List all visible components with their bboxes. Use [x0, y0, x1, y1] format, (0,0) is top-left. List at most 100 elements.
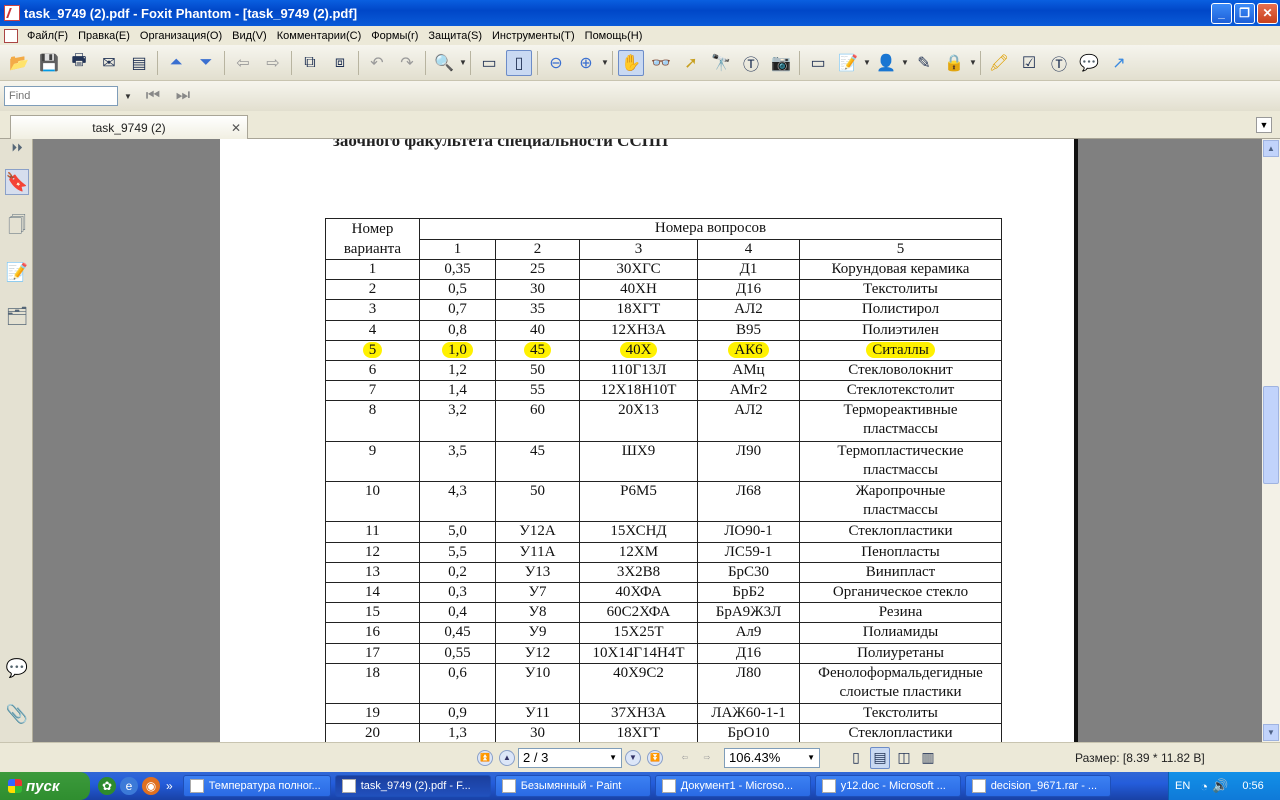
tab-document[interactable]: task_9749 (2) ✕ — [10, 115, 248, 139]
menu-view[interactable]: Вид(V) — [227, 30, 272, 42]
open-icon[interactable]: 📂 — [6, 50, 32, 76]
collapse-panel-icon[interactable]: ⏵⏵ — [5, 139, 29, 157]
stamp-icon[interactable]: 👤 — [873, 50, 899, 76]
document-menu-icon[interactable] — [4, 28, 18, 43]
taskbar-task[interactable]: Документ1 - Microso... — [654, 775, 811, 797]
language-indicator[interactable]: EN — [1175, 780, 1190, 792]
window-titlebar[interactable]: task_9749 (2).pdf - Foxit Phantom - [tas… — [0, 0, 1280, 26]
typewriter-icon[interactable]: ▭ — [805, 50, 831, 76]
text-select-icon[interactable]: Ⓣ — [738, 50, 764, 76]
table-cell: 40ХН — [579, 279, 698, 301]
menu-forms[interactable]: Формы(r) — [366, 30, 423, 42]
close-button[interactable]: ✕ — [1257, 2, 1278, 24]
last-page-icon[interactable]: ⏬ — [647, 749, 663, 766]
scroll-up-arrow-icon[interactable]: ▲ — [1263, 140, 1279, 157]
restore-button[interactable]: ❐ — [1234, 2, 1255, 24]
first-page-icon[interactable]: ⏫ — [477, 749, 493, 766]
lock-dropdown-icon[interactable]: ▼ — [969, 58, 977, 67]
highlight-icon[interactable]: 🖍 — [986, 50, 1012, 76]
hand-tool-icon[interactable]: ✋ — [618, 49, 644, 76]
bookmarks-icon[interactable]: 🔖 — [5, 169, 29, 195]
zoom-tool-dropdown-icon[interactable]: ▼ — [459, 58, 467, 67]
network-tray-icon[interactable]: ◔ — [1200, 779, 1208, 794]
sign-icon[interactable]: ✎ — [911, 50, 937, 76]
back-icon[interactable]: ⇦ — [230, 50, 256, 76]
menu-tools[interactable]: Инструменты(T) — [487, 30, 580, 42]
scroll-down-arrow-icon[interactable]: ▼ — [1263, 724, 1279, 741]
fit-width-icon[interactable]: ▯ — [506, 49, 532, 76]
email-icon[interactable]: ✉ — [96, 50, 122, 76]
stamp-dropdown-icon[interactable]: ▼ — [901, 58, 909, 67]
binoculars-icon[interactable]: 🔭 — [708, 50, 734, 76]
arrow-icon[interactable]: ↗ — [1106, 50, 1132, 76]
tab-close-icon[interactable]: ✕ — [231, 121, 241, 135]
lock-icon[interactable]: 🔒 — [941, 50, 967, 76]
menu-file[interactable]: Файл(F) — [22, 30, 73, 42]
document-viewer[interactable]: заочного факультета специальности ССПП Н… — [33, 139, 1262, 742]
quicklaunch-more-icon[interactable]: » — [166, 779, 173, 793]
print-icon[interactable]: 🖶 — [66, 50, 92, 76]
start-button[interactable]: пуск — [0, 772, 90, 800]
find-input[interactable] — [4, 86, 118, 106]
note-icon[interactable]: 💬 — [1076, 50, 1102, 76]
save-icon[interactable]: 💾 — [36, 50, 62, 76]
select-icon[interactable]: ➚ — [678, 50, 704, 76]
forward-icon[interactable]: ⇨ — [260, 50, 286, 76]
menu-comments[interactable]: Комментарии(C) — [272, 30, 367, 42]
zoom-in-tool-icon[interactable]: 🔍 — [431, 50, 457, 76]
quicklaunch-ie-icon[interactable]: e — [120, 777, 138, 795]
single-page-view-icon[interactable]: ▯ — [846, 745, 866, 771]
facing-view-icon[interactable]: ◫ — [894, 745, 914, 771]
redo-icon[interactable]: ↷ — [394, 50, 420, 76]
quicklaunch-firefox-icon[interactable]: ◉ — [142, 777, 160, 795]
previous-page-status-icon[interactable]: ▲ — [499, 749, 515, 766]
next-page-status-icon[interactable]: ▼ — [625, 749, 641, 766]
menu-organize[interactable]: Организация(O) — [135, 30, 227, 42]
form-dropdown-icon[interactable]: ▼ — [863, 58, 871, 67]
loupe-icon[interactable]: 👓 — [648, 50, 674, 76]
taskbar-task[interactable]: Температура полног... — [182, 775, 331, 797]
taskbar-task[interactable]: y12.doc - Microsoft ... — [814, 775, 961, 797]
comments-panel-icon[interactable]: 💬 — [5, 655, 29, 681]
menu-protect[interactable]: Защита(S) — [423, 30, 487, 42]
edit-form-icon[interactable]: ☑ — [1016, 50, 1042, 76]
menu-help[interactable]: Помощь(H) — [580, 30, 648, 42]
volume-tray-icon[interactable]: 🔊 — [1212, 778, 1228, 794]
pages-icon[interactable]: 🗍 — [5, 215, 29, 241]
minimize-button[interactable]: _ — [1211, 2, 1232, 24]
find-previous-icon[interactable]: ⏮ — [140, 83, 166, 109]
attachments-panel-icon[interactable]: 🗂 — [5, 303, 29, 329]
menu-edit[interactable]: Правка(E) — [73, 30, 135, 42]
zoom-out-icon[interactable]: ⊖ — [543, 50, 569, 76]
extract-pages-icon[interactable]: ⧉ — [297, 50, 323, 76]
find-dropdown-icon[interactable]: ▼ — [124, 92, 132, 101]
find-next-icon[interactable]: ⏭ — [170, 83, 196, 109]
next-page-icon[interactable]: ⏷ — [193, 50, 219, 76]
taskbar-task[interactable]: task_9749 (2).pdf - F... — [334, 775, 491, 797]
history-forward-icon[interactable]: ⇨ — [699, 750, 715, 766]
layers-icon[interactable]: 📝 — [5, 259, 29, 285]
quicklaunch-icq-icon[interactable]: ✿ — [98, 777, 116, 795]
foxit-app-icon[interactable] — [4, 5, 20, 21]
taskbar-task[interactable]: Безымянный - Paint — [494, 775, 651, 797]
previous-page-icon[interactable]: ⏶ — [163, 50, 189, 76]
zoom-dropdown-icon[interactable]: ▼ — [601, 58, 609, 67]
fit-page-icon[interactable]: ▭ — [476, 50, 502, 76]
zoom-in-icon[interactable]: ⊕ — [573, 50, 599, 76]
tab-list-dropdown-icon[interactable]: ▼ — [1256, 117, 1272, 133]
continuous-view-icon[interactable]: ▤ — [870, 746, 890, 769]
form-icon[interactable]: 📝 — [835, 50, 861, 76]
history-back-icon[interactable]: ⇦ — [677, 750, 693, 766]
snapshot-icon[interactable]: 📷 — [768, 50, 794, 76]
scroll-thumb[interactable] — [1263, 386, 1279, 484]
textbox-icon[interactable]: Ⓣ — [1046, 50, 1072, 76]
zoom-level-field[interactable]: 106.43% ▼ — [724, 747, 820, 768]
undo-icon[interactable]: ↶ — [364, 50, 390, 76]
scanner-icon[interactable]: ▤ — [126, 50, 152, 76]
vertical-scrollbar[interactable]: ▲ ▼ — [1262, 139, 1280, 742]
continuous-facing-view-icon[interactable]: ▥ — [918, 745, 938, 771]
insert-pages-icon[interactable]: ⧈ — [327, 50, 353, 76]
taskbar-task[interactable]: decision_9671.rar - ... — [964, 775, 1111, 797]
page-number-field[interactable]: 2 / 3 ▼ — [518, 747, 622, 768]
paperclip-icon[interactable]: 📎 — [5, 701, 29, 727]
